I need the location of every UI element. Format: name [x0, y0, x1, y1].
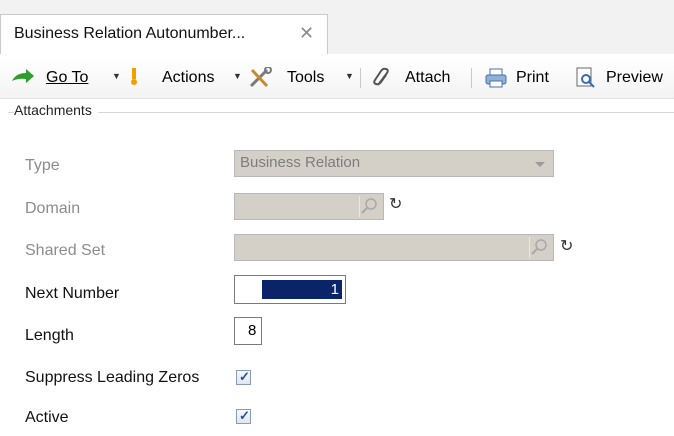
- next-number-label: Next Number: [25, 285, 120, 302]
- tools-icon: [248, 66, 272, 94]
- next-number-value: 1: [262, 280, 342, 299]
- type-value: Business Relation: [240, 154, 361, 171]
- refresh-icon[interactable]: ↻: [389, 194, 402, 214]
- shared-set-field[interactable]: [234, 234, 554, 261]
- actions-icon: [127, 67, 141, 92]
- search-icon[interactable]: [529, 237, 551, 258]
- attachments-group-label: Attachments: [14, 102, 98, 118]
- next-number-input[interactable]: 1: [234, 275, 346, 304]
- search-icon[interactable]: [359, 196, 381, 217]
- preview-icon: [574, 67, 596, 94]
- type-label: Type: [25, 157, 60, 174]
- length-label: Length: [25, 327, 74, 344]
- suppress-leading-zeros-checkbox[interactable]: ✓: [236, 369, 251, 385]
- chevron-down-icon[interactable]: [535, 162, 545, 167]
- go-to-arrow-icon: [10, 67, 36, 90]
- go-to-button[interactable]: Go To: [46, 69, 88, 89]
- tools-button[interactable]: Tools: [287, 69, 324, 89]
- go-to-label: Go To: [46, 69, 89, 86]
- type-combobox[interactable]: Business Relation: [234, 150, 554, 177]
- tab-business-relation-autonumber[interactable]: Business Relation Autonumber... ✕: [0, 14, 328, 54]
- preview-button[interactable]: Preview: [606, 69, 663, 89]
- attach-button[interactable]: Attach: [405, 69, 450, 89]
- toolbar-separator: [360, 68, 361, 88]
- active-checkbox[interactable]: ✓: [236, 408, 251, 424]
- length-value: 8: [248, 322, 257, 339]
- domain-field[interactable]: [234, 193, 384, 220]
- actions-dropdown-icon[interactable]: ▼: [233, 71, 242, 81]
- attachments-group-border: [8, 112, 674, 113]
- tools-dropdown-icon[interactable]: ▼: [345, 71, 354, 81]
- suppress-leading-zeros-label: Suppress Leading Zeros: [25, 369, 200, 386]
- shared-set-label: Shared Set: [25, 242, 106, 259]
- active-label: Active: [25, 409, 69, 426]
- go-to-dropdown-icon[interactable]: ▼: [112, 71, 121, 81]
- checkmark-icon: ✓: [239, 369, 250, 384]
- actions-button[interactable]: Actions: [162, 69, 214, 89]
- toolbar: Go To ▼ Actions ▼ Tools ▼ Attach Print P…: [0, 58, 674, 99]
- tools-label: Tools: [287, 69, 325, 86]
- checkmark-icon: ✓: [239, 408, 250, 423]
- refresh-icon[interactable]: ↻: [560, 236, 573, 256]
- paperclip-icon: [372, 67, 392, 94]
- length-input[interactable]: 8: [234, 317, 262, 345]
- tab-title: Business Relation Autonumber...: [14, 25, 246, 42]
- print-button[interactable]: Print: [516, 69, 549, 89]
- tab-strip: Business Relation Autonumber... ✕: [0, 0, 674, 54]
- toolbar-separator: [471, 68, 472, 88]
- domain-label: Domain: [25, 200, 81, 217]
- close-icon[interactable]: ✕: [299, 23, 314, 44]
- printer-icon: [484, 67, 508, 94]
